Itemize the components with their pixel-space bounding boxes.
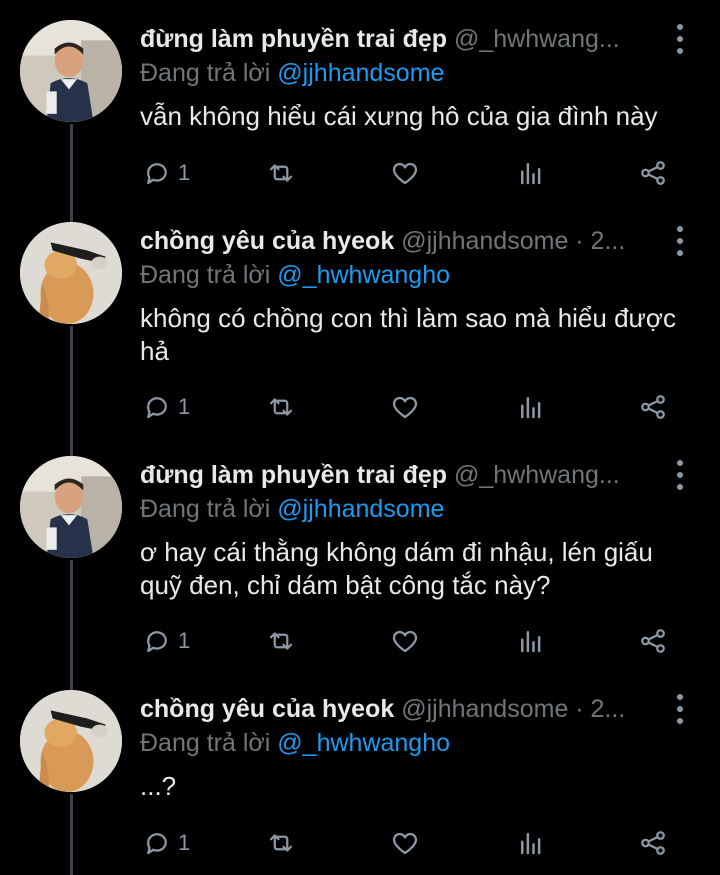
more-icon[interactable] <box>670 460 690 490</box>
like-icon <box>392 630 418 653</box>
like-icon <box>392 162 418 185</box>
like-button[interactable] <box>390 156 420 190</box>
reply-count: 1 <box>178 394 191 419</box>
reply-label: Đang trả lời <box>140 261 271 289</box>
thread-line <box>70 124 73 222</box>
reply-button[interactable]: 1 <box>142 826 190 860</box>
replying-to: Đang trả lời @_hwhwangho <box>140 728 450 758</box>
display-name[interactable]: đừng làm phuyền trai đẹp <box>140 25 447 53</box>
action-bar: 1 <box>140 826 680 860</box>
tweet-header: đừng làm phuyền trai đẹp @_hwhwang... <box>140 24 654 54</box>
reply-button[interactable]: 1 <box>142 156 190 190</box>
user-handle[interactable]: @jjhhandsome · 2... <box>401 695 625 723</box>
avatar[interactable] <box>20 222 122 324</box>
reply-label: Đang trả lời <box>140 729 271 757</box>
reply-label: Đang trả lời <box>140 59 271 87</box>
share-icon <box>641 629 665 653</box>
avatar[interactable] <box>20 456 122 558</box>
user-handle[interactable]: @_hwhwang... <box>454 25 620 53</box>
retweet-button[interactable] <box>266 156 296 190</box>
reply-button[interactable]: 1 <box>142 624 190 658</box>
reply-icon <box>147 833 167 855</box>
child-avatar-image <box>20 456 122 558</box>
mention-link[interactable]: @_hwhwangho <box>277 261 450 289</box>
mention-link[interactable]: @jjhhandsome <box>277 59 444 87</box>
reply-icon <box>147 163 167 185</box>
display-name[interactable]: chồng yêu của hyeok <box>140 695 394 723</box>
reply-count: 1 <box>178 628 191 653</box>
share-button[interactable] <box>638 390 668 424</box>
retweet-icon <box>269 398 293 416</box>
cat-avatar-image <box>20 222 122 324</box>
mention-link[interactable]: @_hwhwangho <box>277 729 450 757</box>
views-icon <box>521 833 541 855</box>
like-button[interactable] <box>390 826 420 860</box>
share-button[interactable] <box>638 826 668 860</box>
thread-line <box>70 560 73 690</box>
thread-line <box>70 794 73 875</box>
user-handle[interactable]: @_hwhwang... <box>454 461 620 489</box>
child-avatar-image <box>20 20 122 122</box>
replying-to: Đang trả lời @jjhhandsome <box>140 58 444 88</box>
display-name[interactable]: chồng yêu của hyeok <box>140 227 394 255</box>
cat-avatar-image <box>20 690 122 792</box>
retweet-icon <box>269 164 293 182</box>
views-icon <box>521 397 541 419</box>
mention-link[interactable]: @jjhhandsome <box>277 495 444 523</box>
share-icon <box>641 161 665 185</box>
like-icon <box>392 396 418 419</box>
replying-to: Đang trả lời @_hwhwangho <box>140 260 450 290</box>
retweet-icon <box>269 632 293 650</box>
like-button[interactable] <box>390 390 420 424</box>
views-button[interactable] <box>516 156 546 190</box>
reply-button[interactable]: 1 <box>142 390 190 424</box>
tweet-text: vẫn không hiểu cái xưng hô của gia đình … <box>140 101 658 131</box>
views-icon <box>521 631 541 653</box>
tweet-text: không có chồng con thì làm sao mà hiểu đ… <box>140 303 676 366</box>
reply-icon <box>147 631 167 653</box>
share-button[interactable] <box>638 156 668 190</box>
views-icon <box>521 163 541 185</box>
avatar[interactable] <box>20 690 122 792</box>
retweet-icon <box>269 834 293 852</box>
tweet-text: ...? <box>140 771 177 801</box>
replying-to: Đang trả lời @jjhhandsome <box>140 494 444 524</box>
thread-line <box>70 326 73 456</box>
tweet-header: chồng yêu của hyeok @jjhhandsome · 2... <box>140 694 654 724</box>
share-icon <box>641 831 665 855</box>
retweet-button[interactable] <box>266 624 296 658</box>
views-button[interactable] <box>516 624 546 658</box>
reply-count: 1 <box>178 160 191 185</box>
share-button[interactable] <box>638 624 668 658</box>
views-button[interactable] <box>516 826 546 860</box>
reply-count: 1 <box>178 830 191 855</box>
reply-icon <box>147 397 167 419</box>
tweet-header: đừng làm phuyền trai đẹp @_hwhwang... <box>140 460 654 490</box>
like-icon <box>392 832 418 855</box>
like-button[interactable] <box>390 624 420 658</box>
views-button[interactable] <box>516 390 546 424</box>
tweet-text: ơ hay cái thằng không dám đi nhậu, lén g… <box>140 537 653 600</box>
action-bar: 1 <box>140 156 680 190</box>
share-icon <box>641 395 665 419</box>
more-icon[interactable] <box>670 226 690 256</box>
display-name[interactable]: đừng làm phuyền trai đẹp <box>140 461 447 489</box>
reply-label: Đang trả lời <box>140 495 271 523</box>
more-icon[interactable] <box>670 694 690 724</box>
retweet-button[interactable] <box>266 826 296 860</box>
action-bar: 1 <box>140 624 680 658</box>
user-handle[interactable]: @jjhhandsome · 2... <box>401 227 625 255</box>
more-icon[interactable] <box>670 24 690 54</box>
tweet-header: chồng yêu của hyeok @jjhhandsome · 2... <box>140 226 654 256</box>
avatar[interactable] <box>20 20 122 122</box>
retweet-button[interactable] <box>266 390 296 424</box>
action-bar: 1 <box>140 390 680 424</box>
